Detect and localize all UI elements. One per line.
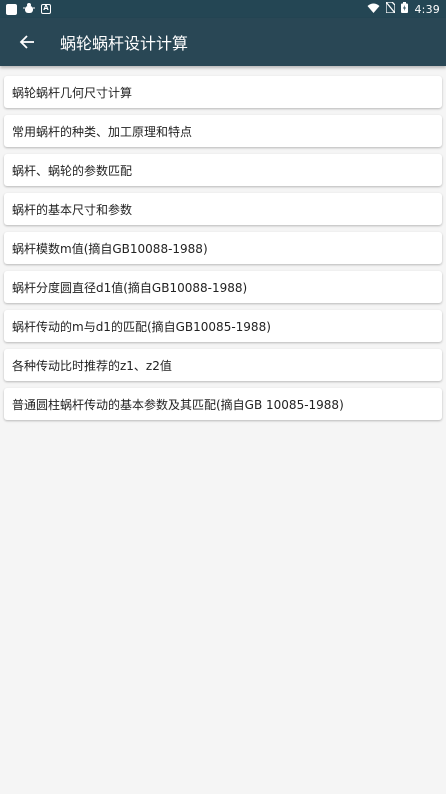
battery-icon xyxy=(401,2,409,16)
list-item[interactable]: 蜗杆模数m值(摘自GB10088-1988) xyxy=(4,232,442,264)
wifi-icon xyxy=(367,3,380,16)
status-time: 4:39 xyxy=(414,2,440,16)
status-bar: A 4:39 xyxy=(0,0,446,18)
list-item[interactable]: 普通圆柱蜗杆传动的基本参数及其匹配(摘自GB 10085-1988) xyxy=(4,388,442,420)
list-item[interactable]: 蜗杆分度圆直径d1值(摘自GB10088-1988) xyxy=(4,271,442,303)
list-item[interactable]: 蜗杆的基本尺寸和参数 xyxy=(4,193,442,225)
list-item-label: 蜗杆、蜗轮的参数匹配 xyxy=(12,163,133,178)
list-item-label: 蜗杆的基本尺寸和参数 xyxy=(12,202,133,217)
list-item-label: 各种传动比时推荐的z1、z2值 xyxy=(12,358,172,373)
back-button[interactable] xyxy=(0,18,54,66)
arrow-left-icon xyxy=(19,35,34,49)
list-item[interactable]: 各种传动比时推荐的z1、z2值 xyxy=(4,349,442,381)
list-item-label: 蜗杆传动的m与d1的匹配(摘自GB10085-1988) xyxy=(12,319,271,334)
list-item-label: 常用蜗杆的种类、加工原理和特点 xyxy=(12,124,193,139)
no-sim-icon xyxy=(385,1,397,16)
list-item[interactable]: 蜗轮蜗杆几何尺寸计算 xyxy=(4,76,442,108)
app-bar: 蜗轮蜗杆设计计算 xyxy=(0,18,446,66)
list-item-label: 蜗杆模数m值(摘自GB10088-1988) xyxy=(12,241,208,256)
list-item[interactable]: 常用蜗杆的种类、加工原理和特点 xyxy=(4,115,442,147)
square-notification-icon xyxy=(6,3,17,15)
page-title: 蜗轮蜗杆设计计算 xyxy=(60,34,189,53)
topic-list: 蜗轮蜗杆几何尺寸计算 常用蜗杆的种类、加工原理和特点 蜗杆、蜗轮的参数匹配 蜗杆… xyxy=(4,76,442,427)
list-item-label: 蜗杆分度圆直径d1值(摘自GB10088-1988) xyxy=(12,280,248,295)
list-item[interactable]: 蜗杆传动的m与d1的匹配(摘自GB10085-1988) xyxy=(4,310,442,342)
bug-icon xyxy=(23,2,35,16)
a-icon: A xyxy=(41,4,51,14)
list-item-label: 蜗轮蜗杆几何尺寸计算 xyxy=(12,85,133,100)
list-item[interactable]: 蜗杆、蜗轮的参数匹配 xyxy=(4,154,442,186)
list-item-label: 普通圆柱蜗杆传动的基本参数及其匹配(摘自GB 10085-1988) xyxy=(12,397,344,412)
